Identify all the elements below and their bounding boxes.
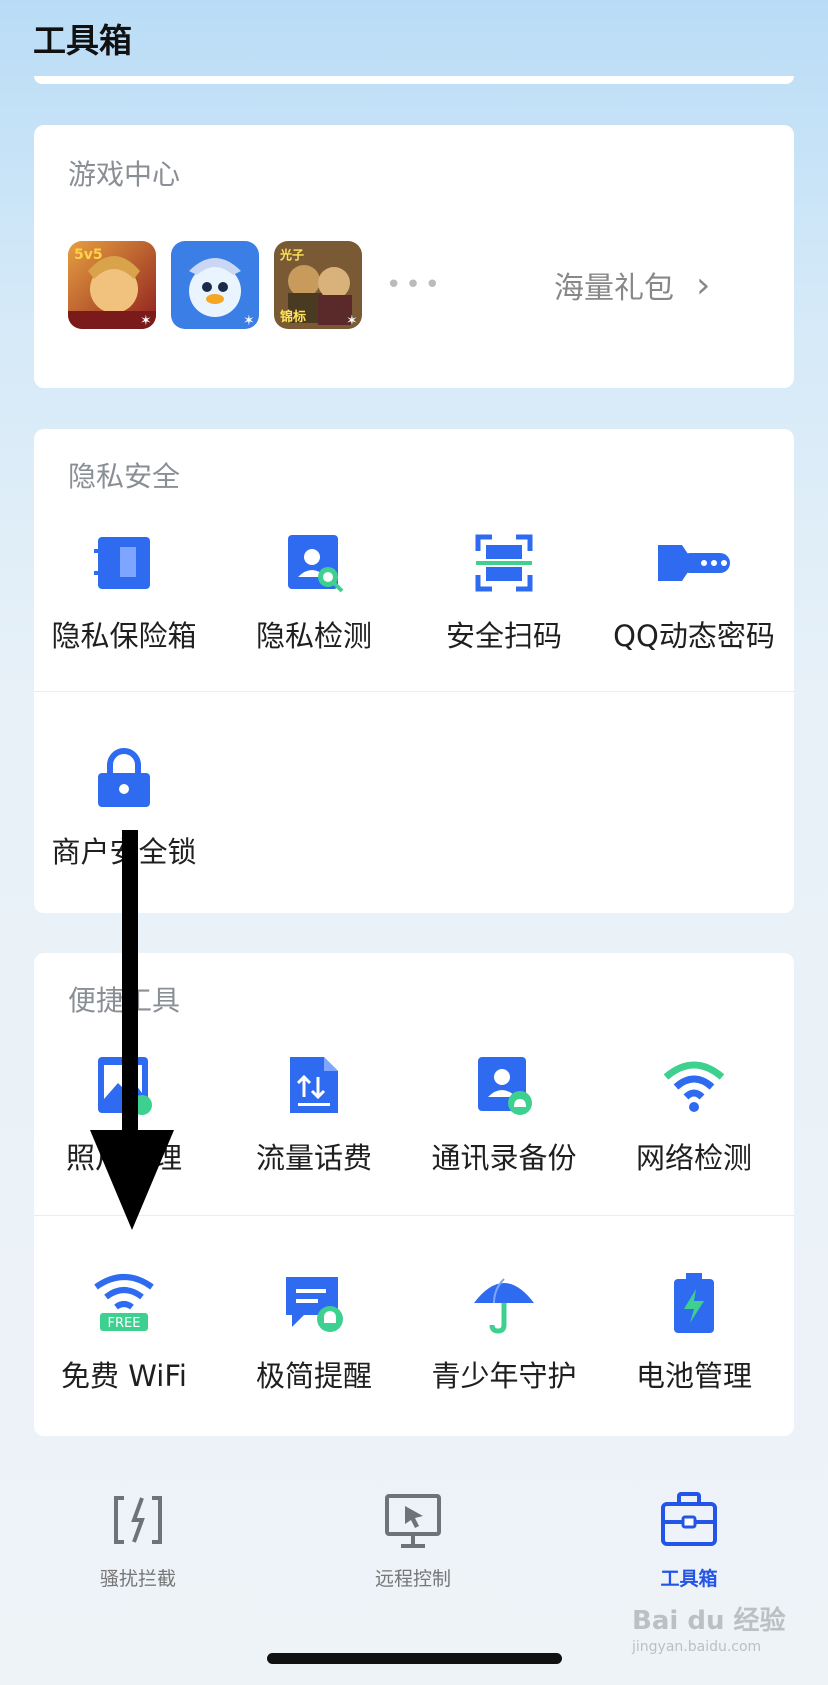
tool-data-bill[interactable]: 流量话费 [219,1053,409,1177]
safe-box-icon [94,537,150,589]
tool-label: QQ动态密码 [613,619,775,653]
svg-text:5v5: 5v5 [74,247,103,263]
watermark-sub: jingyan.baidu.com [632,1639,762,1655]
qr-scan-icon [475,534,533,592]
watermark-text: Bai du 经验 [632,1606,786,1636]
game-icon-honor-of-kings[interactable]: 5v5 ✶ [68,241,156,329]
tool-label: 流量话费 [255,1141,372,1175]
nav-toolbox[interactable]: 工具箱 [599,1490,779,1591]
page-title: 工具箱 [33,21,132,60]
data-bill-icon [290,1057,338,1113]
tool-label: 通讯录备份 [431,1141,577,1175]
block-call-icon [114,1496,162,1544]
tool-network-check[interactable]: 网络检测 [599,1053,789,1177]
divider [34,691,794,692]
gift-pack-label: 海量礼包 [554,271,674,306]
contacts-backup-icon [478,1057,532,1115]
umbrella-icon [474,1278,534,1334]
tool-free-wifi[interactable]: FREE 免费 WiFi [29,1271,219,1395]
game-icon-pubg[interactable]: 光子 锦标 ✶ [274,241,362,329]
nav-label: 工具箱 [660,1568,718,1590]
tool-battery[interactable]: 电池管理 [599,1271,789,1395]
free-wifi-icon: FREE [94,1274,154,1331]
tool-privacy-scan[interactable]: 隐私检测 [219,531,409,655]
tool-label: 安全扫码 [445,619,562,653]
nav-label: 骚扰拦截 [99,1568,176,1590]
reminder-icon [286,1277,343,1332]
section-title-privacy: 隐私安全 [68,460,181,493]
tool-qr-scan[interactable]: 安全扫码 [409,531,599,655]
nav-harassment-block[interactable]: 骚扰拦截 [48,1490,228,1591]
tool-label: 青少年守护 [431,1359,577,1393]
section-title-game-center: 游戏中心 [68,158,181,191]
chevron-right-icon: › [696,264,711,306]
svg-text:✶: ✶ [140,313,152,329]
more-games-dots[interactable]: ••• [386,270,444,300]
svg-text:光子: 光子 [279,247,304,262]
nav-label: 远程控制 [374,1568,451,1590]
annotation-arrow [90,830,174,1230]
toolbox-icon [661,1492,717,1546]
nav-remote-control[interactable]: 远程控制 [323,1490,503,1591]
tool-label: 免费 WiFi [61,1359,187,1393]
tool-qq-dynamic-password[interactable]: QQ动态密码 [599,531,789,655]
tool-label: 隐私检测 [255,619,372,653]
wifi-check-icon [663,1061,725,1112]
free-badge: FREE [108,1316,141,1331]
tool-reminder[interactable]: 极简提醒 [219,1271,409,1395]
previous-card-edge [34,76,794,84]
key-icon [658,545,730,581]
tool-contacts-backup[interactable]: 通讯录备份 [409,1053,599,1177]
game-icon-penguin[interactable]: ✶ [171,241,259,329]
tool-label: 隐私保险箱 [51,619,197,653]
svg-text:锦标: 锦标 [280,309,306,325]
svg-text:✶: ✶ [243,313,255,329]
tool-label: 电池管理 [635,1359,752,1393]
home-indicator [267,1653,562,1664]
tool-youth-guard[interactable]: 青少年守护 [409,1271,599,1395]
privacy-scan-icon [288,535,344,593]
remote-control-icon [385,1494,441,1548]
game-center-card: 游戏中心 5v5 ✶ ✶ 光子 锦标 ✶ ••• 海量礼包 › [34,125,794,388]
baidu-watermark: Bai du 经验 jingyan.baidu.com [632,1600,786,1655]
lock-icon [98,748,150,807]
battery-icon [674,1273,714,1333]
tool-label: 网络检测 [635,1141,752,1175]
gift-pack-link[interactable]: 海量礼包 › [554,263,710,307]
tool-label: 极简提醒 [255,1359,372,1393]
tool-privacy-safe[interactable]: 隐私保险箱 [29,531,219,655]
svg-text:✶: ✶ [346,313,358,329]
